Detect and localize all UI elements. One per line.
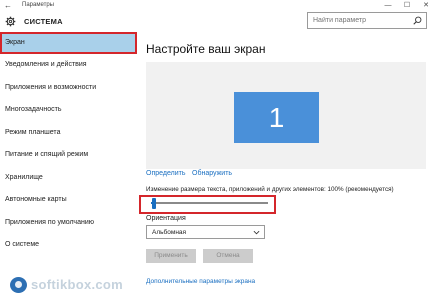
back-arrow-icon[interactable]: ← bbox=[4, 1, 13, 10]
sidebar-item-multitasking[interactable]: Многозадачность bbox=[0, 99, 137, 122]
apply-button[interactable]: Применить bbox=[146, 249, 196, 263]
app-title: Параметры bbox=[22, 2, 54, 8]
detect-link[interactable]: Обнаружить bbox=[192, 169, 232, 179]
watermark: softikbox.com bbox=[10, 276, 140, 294]
section-header: СИСТЕМА bbox=[0, 12, 137, 32]
gear-icon bbox=[5, 16, 16, 27]
sidebar-item-power-sleep[interactable]: Питание и спящий режим bbox=[0, 144, 137, 167]
scale-slider-thumb[interactable] bbox=[152, 198, 157, 209]
sidebar-item-storage[interactable]: Хранилище bbox=[0, 167, 137, 190]
display-arrangement-area: 1 bbox=[146, 62, 426, 169]
close-button[interactable]: ✕ bbox=[419, 1, 433, 10]
chevron-down-icon bbox=[253, 230, 260, 235]
minimize-button[interactable]: — bbox=[381, 1, 395, 10]
sidebar-nav: Экран Уведомления и действия Приложения … bbox=[0, 32, 137, 257]
orientation-label: Ориентация bbox=[146, 215, 186, 222]
main-content: Настройте ваш экран 1 Определить Обнаруж… bbox=[139, 30, 430, 296]
sidebar-item-apps-features[interactable]: Приложения и возможности bbox=[0, 77, 137, 100]
watermark-logo-icon bbox=[10, 277, 27, 293]
sidebar-item-screen[interactable]: Экран bbox=[0, 32, 137, 54]
watermark-text: softikbox.com bbox=[31, 277, 124, 292]
advanced-display-settings-link[interactable]: Дополнительные параметры экрана bbox=[146, 277, 255, 287]
maximize-button[interactable]: ☐ bbox=[400, 1, 414, 10]
orientation-value: Альбомная bbox=[152, 229, 187, 236]
monitor-tile[interactable]: 1 bbox=[234, 92, 319, 143]
sidebar-item-about[interactable]: О системе bbox=[0, 234, 137, 257]
sidebar-item-default-apps[interactable]: Приложения по умолчанию bbox=[0, 212, 137, 235]
search-box[interactable] bbox=[307, 12, 427, 29]
cancel-button[interactable]: Отмена bbox=[203, 249, 253, 263]
scale-slider-track[interactable] bbox=[151, 202, 268, 204]
search-icon[interactable] bbox=[413, 16, 422, 25]
highlight-frame bbox=[139, 195, 276, 214]
scale-label: Изменение размера текста, приложений и д… bbox=[146, 186, 394, 193]
sidebar-item-notifications[interactable]: Уведомления и действия bbox=[0, 54, 137, 77]
sidebar: СИСТЕМА Экран Уведомления и действия При… bbox=[0, 12, 137, 296]
sidebar-item-offline-maps[interactable]: Автономные карты bbox=[0, 189, 137, 212]
page-title: Настройте ваш экран bbox=[146, 42, 266, 56]
sidebar-item-tablet-mode[interactable]: Режим планшета bbox=[0, 122, 137, 145]
section-title: СИСТЕМА bbox=[24, 17, 63, 26]
search-input[interactable] bbox=[313, 13, 413, 28]
title-bar: ← Параметры — ☐ ✕ bbox=[0, 0, 434, 12]
identify-link[interactable]: Определить bbox=[146, 169, 185, 179]
orientation-select[interactable]: Альбомная bbox=[146, 225, 265, 239]
